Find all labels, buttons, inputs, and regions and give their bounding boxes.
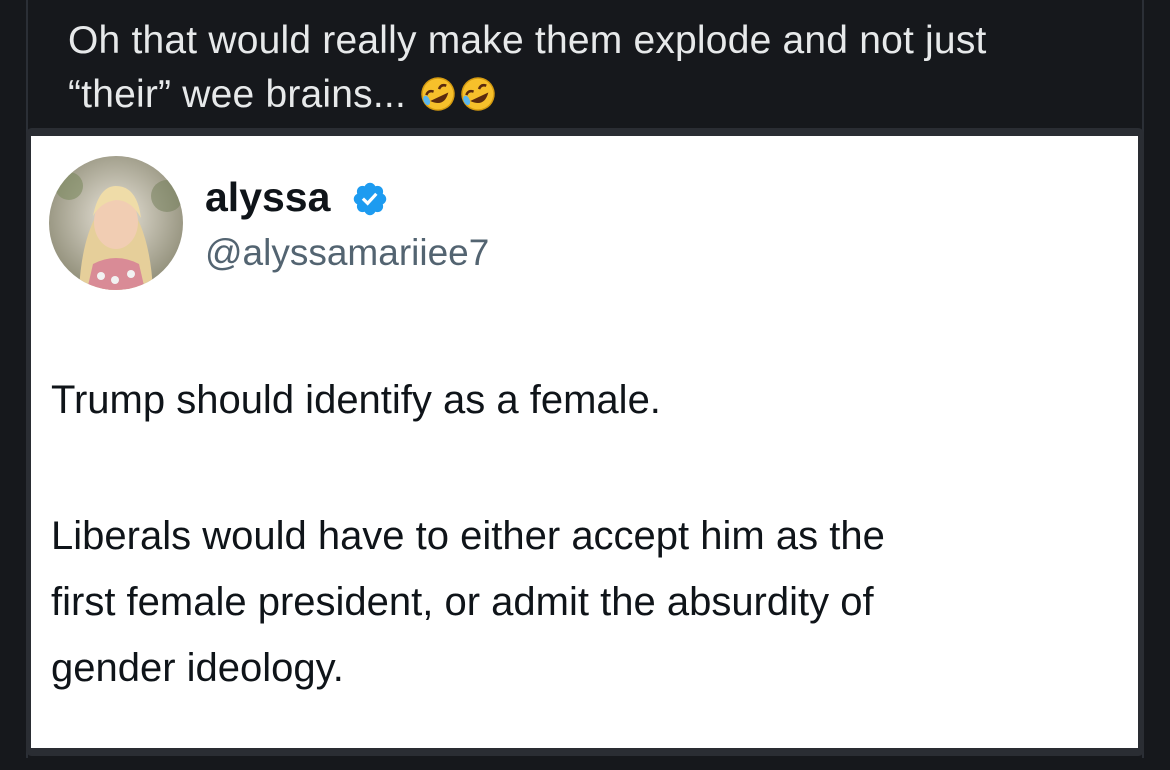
tweet-text-line-3: first female president, or admit the abs… [51, 580, 874, 624]
tweet-text-line-4: gender ideology. [51, 646, 344, 690]
post-body: Oh that would really make them explode a… [68, 14, 1138, 128]
display-name[interactable]: alyssa [205, 174, 330, 221]
rolling-on-floor-laughing-icon [459, 74, 497, 128]
tweet-text-line-1: Trump should identify as a female. [51, 378, 661, 422]
rolling-on-floor-laughing-icon [419, 74, 457, 128]
tweet-text-line-2: Liberals would have to either accept him… [51, 514, 885, 558]
verified-badge-icon [353, 182, 387, 216]
quoted-tweet-screenshot[interactable]: alyssa @alyssamariiee7 Trump should iden… [31, 136, 1138, 748]
post-text-line-2: “their” wee brains... [68, 73, 406, 116]
handle[interactable]: @alyssamariiee7 [205, 232, 489, 274]
avatar [49, 156, 183, 290]
post-text-line-2-wrap: “their” wee brains... [68, 68, 1138, 128]
post-text-line-1: Oh that would really make them explode a… [68, 19, 987, 62]
